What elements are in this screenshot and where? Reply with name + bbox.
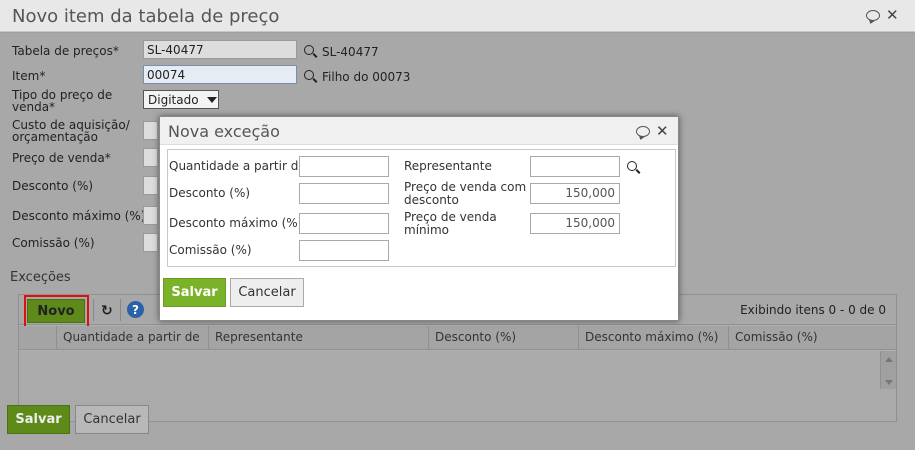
search-icon[interactable] xyxy=(304,45,314,55)
grid-header-cell[interactable]: Desconto (%) xyxy=(429,326,579,350)
desconto-max-input[interactable] xyxy=(143,206,157,225)
chevron-down-icon xyxy=(206,96,217,103)
search-icon[interactable] xyxy=(627,161,637,171)
modal-comissao-input[interactable] xyxy=(299,240,389,261)
desconto-input[interactable] xyxy=(143,176,157,195)
modal-desconto-input[interactable] xyxy=(299,183,389,204)
tabela-input[interactable]: SL-40477 xyxy=(143,40,297,59)
title-icons: ✕ xyxy=(866,8,899,23)
toolbar-separator xyxy=(93,299,94,321)
modal-title: Nova exceção xyxy=(168,122,280,141)
modal-desconto-max-input[interactable] xyxy=(299,213,389,234)
tabela-label: Tabela de preços* xyxy=(12,44,119,58)
dialog-title: Novo item da tabela de preço xyxy=(12,6,280,27)
preco-desc-label-line2: desconto xyxy=(404,193,459,207)
preco-label: Preço de venda* xyxy=(12,151,111,165)
modal-title-icons: ✕ xyxy=(636,124,669,139)
grid-header-cell[interactable]: Desconto máximo (%) xyxy=(579,326,729,350)
representante-input[interactable] xyxy=(530,156,620,177)
grid-header-cell[interactable]: Quantidade a partir de xyxy=(57,326,209,350)
custo-label-line2: orçamentação xyxy=(12,130,98,144)
representante-label: Representante xyxy=(404,159,492,173)
qtd-label: Quantidade a partir de xyxy=(169,159,306,173)
refresh-icon[interactable]: ↻ xyxy=(101,303,113,319)
preco-min-label-line2: mínimo xyxy=(404,223,449,237)
scroll-down-icon[interactable] xyxy=(885,380,893,385)
modal-form: Quantidade a partir de Desconto (%) Desc… xyxy=(167,149,676,267)
modal-comissao-label: Comissão (%) xyxy=(169,243,252,257)
item-input[interactable]: 00074 xyxy=(143,65,297,84)
vertical-scrollbar[interactable] xyxy=(880,351,896,389)
preco-desc-input[interactable]: 150,000 xyxy=(530,183,620,204)
showing-count: Exibindo itens 0 - 0 de 0 xyxy=(740,303,886,317)
toolbar-separator xyxy=(120,299,121,321)
preco-min-input[interactable]: 150,000 xyxy=(530,213,620,234)
item-description: Filho do 00073 xyxy=(322,70,411,84)
novo-highlight-box xyxy=(24,295,89,328)
comment-icon[interactable] xyxy=(866,9,880,21)
grid-header-cell[interactable]: Comissão (%) xyxy=(729,326,896,350)
modal-cancel-button[interactable]: Cancelar xyxy=(230,278,304,307)
grid-header-blank xyxy=(19,326,57,350)
tabela-description: SL-40477 xyxy=(322,45,379,59)
grid-header: Quantidade a partir de Representante Des… xyxy=(19,326,896,350)
scroll-up-icon[interactable] xyxy=(885,357,893,362)
modal-save-button[interactable]: Salvar xyxy=(163,278,226,307)
cancel-button[interactable]: Cancelar xyxy=(75,405,149,434)
custo-input[interactable] xyxy=(143,121,157,140)
modal-desconto-label: Desconto (%) xyxy=(169,186,251,200)
close-icon[interactable]: ✕ xyxy=(656,124,669,139)
tipo-select-value: Digitado xyxy=(148,92,199,107)
qtd-input[interactable] xyxy=(299,156,389,177)
tipo-label-line2: venda* xyxy=(12,100,56,114)
comissao-label: Comissão (%) xyxy=(12,236,95,250)
desconto-max-label: Desconto máximo (%) xyxy=(12,209,146,223)
modal-title-bar: Nova exceção ✕ xyxy=(160,117,678,145)
grid-header-cell[interactable]: Representante xyxy=(209,326,429,350)
help-icon[interactable]: ? xyxy=(127,301,144,318)
save-button[interactable]: Salvar xyxy=(7,405,70,434)
modal-desconto-max-label: Desconto máximo (%) xyxy=(169,216,303,230)
dialog-title-bar: Novo item da tabela de preço ✕ xyxy=(0,0,915,32)
close-icon[interactable]: ✕ xyxy=(886,8,899,23)
desconto-label: Desconto (%) xyxy=(12,179,94,193)
tipo-select[interactable]: Digitado xyxy=(143,90,219,109)
item-label: Item* xyxy=(12,69,46,83)
preco-input[interactable] xyxy=(143,148,157,167)
grid-body xyxy=(19,351,896,421)
excecoes-heading: Exceções xyxy=(10,270,71,285)
comment-icon[interactable] xyxy=(636,125,650,137)
nova-excecao-modal: Nova exceção ✕ Quantidade a partir de De… xyxy=(159,116,679,321)
comissao-input[interactable] xyxy=(143,233,157,252)
search-icon[interactable] xyxy=(304,70,314,80)
